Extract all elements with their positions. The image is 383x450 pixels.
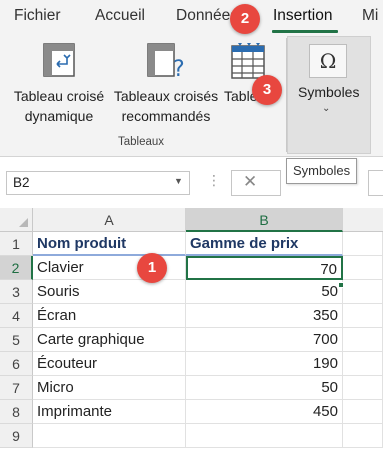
select-all-corner[interactable]: [0, 208, 33, 232]
cell-c8[interactable]: [343, 400, 383, 424]
cell-a4[interactable]: Écran: [33, 304, 186, 328]
recommended-label-line2: recommandés: [121, 108, 211, 124]
cell-b6[interactable]: 190: [186, 352, 343, 376]
row-header-1[interactable]: 1: [0, 232, 33, 256]
cell-b2[interactable]: 70: [186, 256, 343, 280]
cell-b5[interactable]: 700: [186, 328, 343, 352]
cell-b1[interactable]: Gamme de prix: [186, 232, 343, 256]
cell-b7[interactable]: 50: [186, 376, 343, 400]
cell-c7[interactable]: [343, 376, 383, 400]
callout-3: 3: [252, 75, 282, 105]
row-header-7[interactable]: 7: [0, 376, 33, 400]
cell-c3[interactable]: [343, 280, 383, 304]
cell-c1[interactable]: [343, 232, 383, 256]
tab-accueil[interactable]: Accueil: [95, 7, 145, 25]
callout-1: 1: [137, 253, 167, 283]
column-header-a[interactable]: A: [33, 208, 186, 232]
chevron-down-icon[interactable]: ⌄: [322, 103, 330, 114]
column-header-b[interactable]: B: [186, 208, 343, 232]
symbols-tooltip: Symboles: [286, 158, 358, 184]
row-header-8[interactable]: 8: [0, 400, 33, 424]
cell-c4[interactable]: [343, 304, 383, 328]
cell-a6[interactable]: Écouteur: [33, 352, 186, 376]
row-header-2[interactable]: 2: [0, 256, 33, 280]
table-icon: [231, 43, 265, 79]
cell-a7[interactable]: Micro: [33, 376, 186, 400]
row-header-6[interactable]: 6: [0, 352, 33, 376]
cell-c6[interactable]: [343, 352, 383, 376]
name-box[interactable]: B2: [6, 171, 190, 195]
cell-a3[interactable]: Souris: [33, 280, 186, 304]
cell-a5[interactable]: Carte graphique: [33, 328, 186, 352]
cancel-icon[interactable]: ✕: [243, 172, 257, 192]
drag-handle-icon[interactable]: ⋮: [207, 172, 221, 189]
cell-a1[interactable]: Nom produit: [33, 232, 186, 256]
pivot-label-line1: Tableau croisé: [13, 88, 105, 104]
column-header-c[interactable]: [343, 208, 383, 232]
pivot-table-icon: [43, 43, 75, 77]
cell-c2[interactable]: [343, 256, 383, 280]
omega-icon: Ω: [309, 44, 347, 78]
recommended-label-line1: Tableaux croisés: [113, 88, 219, 104]
cell-b3[interactable]: 50: [186, 280, 343, 304]
cell-c9[interactable]: [343, 424, 383, 448]
row-header-5[interactable]: 5: [0, 328, 33, 352]
tab-insertion[interactable]: Insertion: [273, 7, 332, 25]
cell-b8[interactable]: 450: [186, 400, 343, 424]
select-all-icon: [19, 218, 28, 227]
cell-a9[interactable]: [33, 424, 186, 448]
row-header-3[interactable]: 3: [0, 280, 33, 304]
tab-fichier[interactable]: Fichier: [14, 7, 61, 25]
tab-more[interactable]: Mi: [362, 7, 378, 25]
svg-text:?: ?: [173, 57, 185, 80]
cell-c5[interactable]: [343, 328, 383, 352]
cell-b4[interactable]: 350: [186, 304, 343, 328]
fill-handle[interactable]: [338, 282, 344, 288]
ribbon: Fichier Accueil Données Insertion Mi Tab…: [0, 0, 383, 157]
recommended-pivot-icon: ?: [147, 43, 185, 80]
pivot-label-line2: dynamique: [24, 108, 94, 124]
formula-input[interactable]: [368, 170, 383, 196]
group-label-tableaux: Tableaux: [118, 136, 165, 148]
active-tab-indicator: [272, 30, 338, 33]
recommended-pivot-button[interactable]: ? Tableaux croisés recommandés: [110, 42, 222, 132]
chevron-down-icon[interactable]: ▼: [174, 176, 183, 186]
callout-2: 2: [230, 4, 260, 34]
row-header-9[interactable]: 9: [0, 424, 33, 448]
pivot-table-button[interactable]: Tableau croisé dynamique: [6, 42, 112, 132]
cell-a8[interactable]: Imprimante: [33, 400, 186, 424]
row-header-4[interactable]: 4: [0, 304, 33, 328]
cell-b9[interactable]: [186, 424, 343, 448]
symbols-label: Symboles: [298, 84, 360, 100]
ribbon-tabs: Fichier Accueil Données Insertion Mi: [0, 0, 383, 34]
